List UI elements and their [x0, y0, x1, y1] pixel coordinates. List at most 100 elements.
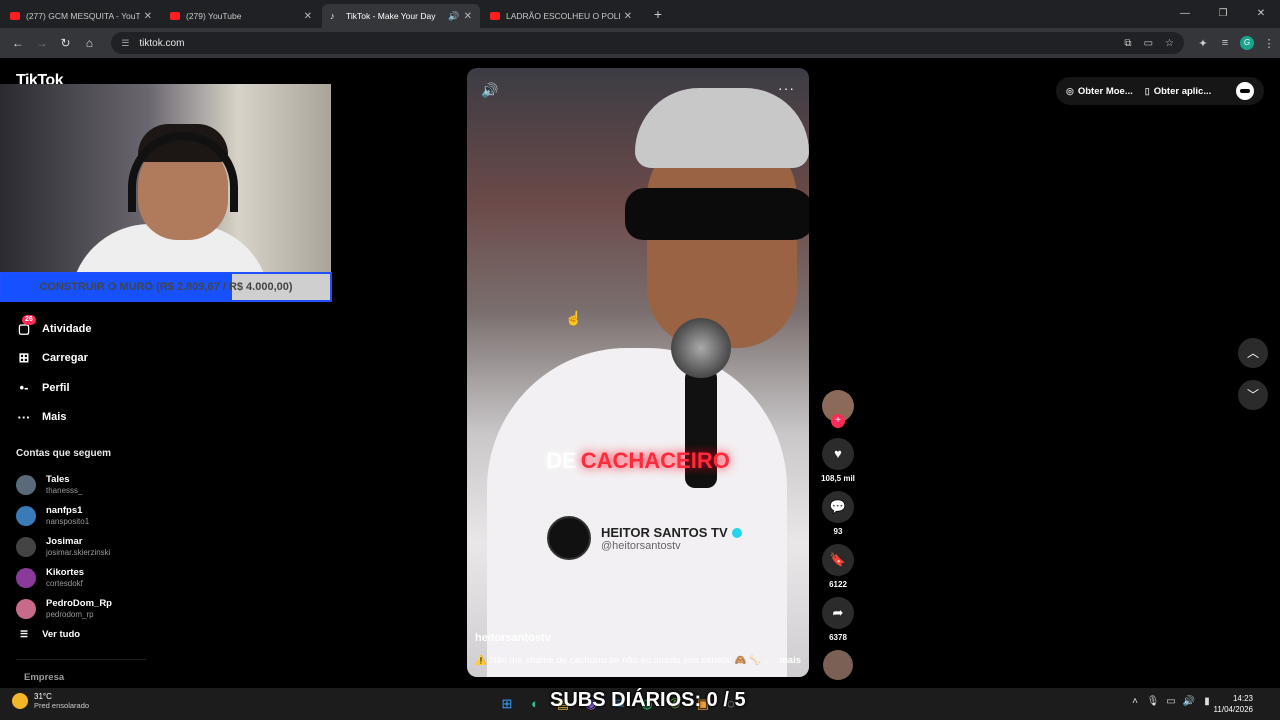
mouse-cursor-icon: ☝	[565, 310, 583, 326]
following-accounts-list: Tales thanesss_ nanfps1 nansposito1 Josima…	[16, 470, 112, 624]
video-brand-watermark: HEITOR SANTOS TV @heitorsantostv	[547, 516, 742, 560]
sidebar-item-perfil[interactable]: •‑ Perfil	[16, 373, 92, 403]
previous-video-button[interactable]: ︿	[1238, 338, 1268, 368]
temperature: 31°C	[34, 692, 52, 701]
restore-icon[interactable]: ❐	[1204, 0, 1242, 28]
media-controls-icon[interactable]: ≡	[1214, 37, 1236, 49]
divider	[16, 659, 146, 660]
reload-icon[interactable]: ↻	[54, 31, 78, 55]
follow-plus-icon[interactable]: +	[831, 414, 845, 428]
list-item[interactable]: Kikortes cortesdokf	[16, 562, 112, 593]
list-icon: ☰	[20, 629, 29, 639]
inbox-icon: ▢ 26	[16, 314, 36, 337]
see-all-label: Ver tudo	[42, 629, 81, 640]
network-icon[interactable]: ▭	[1162, 696, 1180, 707]
cast-icon[interactable]: ▭	[1144, 38, 1153, 49]
video-caption: DE CACHACEIRO	[467, 448, 809, 474]
save-count: 6122	[829, 580, 847, 589]
back-icon[interactable]: ←	[6, 31, 30, 55]
sun-icon	[12, 693, 28, 709]
youtube-icon	[490, 12, 500, 20]
brand-handle: @heitorsantostv	[601, 539, 681, 552]
home-icon[interactable]: ⌂	[77, 31, 101, 55]
get-coins-label: Obter Moe...	[1077, 85, 1133, 97]
clock[interactable]: 14:23 11/04/2026	[1205, 693, 1253, 715]
chevron-up-icon[interactable]: ˄	[1126, 696, 1144, 707]
music-disc-avatar[interactable]	[823, 650, 853, 680]
like-button[interactable]: ♥ 108,5 mil	[821, 438, 855, 483]
close-tab-icon[interactable]: ✕	[624, 11, 632, 22]
list-item[interactable]: nanfps1 nansposito1	[16, 501, 112, 532]
translate-icon[interactable]: ⧉	[1124, 38, 1131, 49]
video-description: ⚠️ Não me chame de cachorro se não eu mo…	[475, 655, 801, 666]
tiktok-icon: ♪	[330, 11, 335, 21]
next-video-button[interactable]: ﹀	[1238, 380, 1268, 410]
tab-tiktok[interactable]: ♪ TikTok - Make Your Day 🔊 ✕	[322, 4, 480, 28]
new-tab-button[interactable]: +	[648, 4, 668, 24]
tab-title: (277) GCM MESQUITA - YouTube	[26, 11, 140, 21]
see-all-link[interactable]: ☰ Ver tudo	[20, 629, 80, 640]
sidebar-item-label: Perfil	[42, 381, 70, 394]
close-window-icon[interactable]: ✕	[1242, 0, 1280, 28]
tab-youtube-ladrao[interactable]: LADRÃO ESCOLHEU O POLICIAL ✕	[482, 4, 640, 28]
company-link[interactable]: Empresa	[24, 672, 64, 683]
menu-kebab-icon[interactable]: ⋮	[1258, 37, 1280, 50]
get-app-label: Obter aplic...	[1153, 85, 1212, 97]
list-item[interactable]: Tales thanesss_	[16, 470, 112, 501]
video-username[interactable]: heitorsantostv	[475, 632, 551, 644]
comment-button[interactable]: 💬 93	[822, 491, 854, 536]
avatar	[16, 475, 36, 496]
save-button[interactable]: 🔖 6122	[822, 544, 854, 589]
close-tab-icon[interactable]: ✕	[144, 11, 152, 22]
volume-icon[interactable]: 🔊	[1180, 696, 1198, 707]
system-tray: ˄ 🎙 ▭ 🔊 ▮	[1126, 696, 1216, 707]
close-tab-icon[interactable]: ✕	[464, 11, 472, 22]
get-app-button[interactable]: ▯ Obter aplic...	[1145, 86, 1212, 97]
avatar	[16, 567, 36, 588]
sidebar-item-carregar[interactable]: ⊞ Carregar	[16, 344, 92, 374]
account-name: Josimar	[46, 535, 83, 547]
profile-avatar[interactable]	[1236, 82, 1254, 100]
get-coins-button[interactable]: ◎ Obter Moe...	[1066, 86, 1133, 97]
microphone	[671, 318, 731, 378]
tab-youtube-home[interactable]: (279) YouTube ✕	[162, 4, 320, 28]
minimize-icon[interactable]: —	[1166, 0, 1204, 28]
forward-icon[interactable]: →	[30, 31, 54, 55]
video-player[interactable]: 🔊 ··· DE CACHACEIRO HEITOR SANTOS TV @hei…	[467, 68, 809, 677]
speaker-icon[interactable]: 🔊	[448, 11, 459, 22]
sidebar-item-atividade[interactable]: ▢ 26 Atividade	[16, 314, 92, 344]
profile-icon: •‑	[19, 380, 29, 396]
windows-start-icon[interactable]: ⊞	[496, 694, 518, 714]
list-item[interactable]: PedroDom_Rp pedrodom_rp	[16, 593, 112, 624]
address-bar[interactable]: ☰ tiktok.com ⧉ ▭ ☆	[111, 32, 1184, 54]
navigation-bar: ← → ↻ ⌂ ☰ tiktok.com ⧉ ▭ ☆ ✦ ≡ G ⋮	[0, 28, 1280, 58]
more-options-icon[interactable]: ···	[778, 80, 795, 96]
upload-icon: ⊞	[18, 350, 30, 366]
top-right-actions: ◎ Obter Moe... ▯ Obter aplic...	[1056, 77, 1264, 105]
sidebar-item-label: Carregar	[42, 352, 88, 365]
tab-youtube-gcm[interactable]: (277) GCM MESQUITA - YouTube ✕	[2, 4, 160, 28]
creator-avatar[interactable]: +	[822, 390, 854, 428]
more-link[interactable]: mais	[779, 655, 801, 666]
video-actions: + ♥ 108,5 mil 💬 93 🔖 6122 ➦ 6378	[821, 390, 855, 680]
tiktok-page: TikTok CONSTRUIR O MURO (R$ 2.809,67 / R…	[0, 58, 1280, 688]
volume-icon[interactable]: 🔊	[481, 82, 498, 99]
account-name: Tales	[46, 474, 70, 486]
avatar	[16, 536, 36, 557]
sidebar-item-mais[interactable]: ··· Mais	[16, 403, 92, 433]
time: 14:23	[1232, 694, 1253, 703]
share-button[interactable]: ➦ 6378	[822, 597, 854, 642]
close-tab-icon[interactable]: ✕	[304, 11, 312, 22]
profile-avatar[interactable]: G	[1236, 36, 1258, 50]
list-item[interactable]: Josimar josimar.skierzinski	[16, 532, 112, 563]
url-text[interactable]: tiktok.com	[139, 38, 1112, 49]
edge-icon[interactable]: ◐	[524, 694, 546, 714]
share-count: 6378	[829, 633, 847, 642]
site-info-icon[interactable]: ☰	[121, 38, 129, 49]
bookmark-star-icon[interactable]: ☆	[1165, 38, 1174, 49]
weather-widget[interactable]: 31°C Pred ensolarado	[12, 692, 89, 710]
extensions-icon[interactable]: ✦	[1192, 37, 1214, 50]
microphone-icon[interactable]: 🎙	[1144, 696, 1162, 707]
sidebar-item-label: Mais	[42, 411, 67, 424]
more-icon: ···	[17, 409, 31, 425]
